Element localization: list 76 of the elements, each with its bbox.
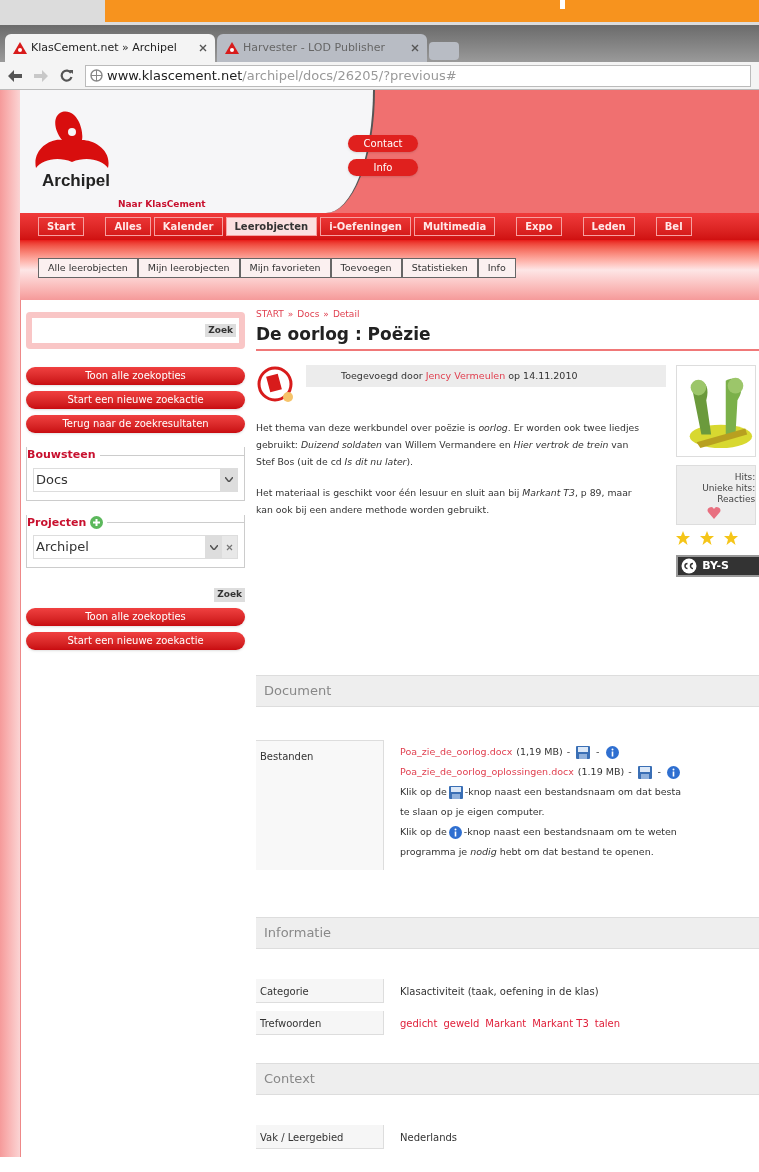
section-header: Context xyxy=(256,1063,759,1095)
logo-text: Archipel xyxy=(42,170,112,192)
author-link[interactable]: Jency Vermeulen xyxy=(425,370,506,381)
stat-label: Unieke hits: xyxy=(702,483,756,494)
hint-text: Klik op de xyxy=(400,825,447,839)
header-button[interactable]: Info xyxy=(348,159,418,176)
breadcrumb-separator: » xyxy=(287,308,294,321)
subnav-tab[interactable]: Toevoegen xyxy=(330,258,402,278)
section-header: Informatie xyxy=(256,917,759,949)
filter-label: Bouwsteen xyxy=(27,447,96,463)
hint-text: te slaan op je eigen computer. xyxy=(400,805,545,819)
section-header: Document xyxy=(256,675,759,707)
nav-tab[interactable]: i-Oefeningen xyxy=(320,217,411,236)
sidebar-button[interactable]: Terug naar de zoekresultaten xyxy=(26,415,245,433)
nav-tab[interactable]: Leerobjecten xyxy=(225,217,318,236)
search-button[interactable]: Zoek xyxy=(214,588,245,602)
field-label: Vak / Leergebied xyxy=(256,1125,384,1149)
search-button[interactable]: Zoek xyxy=(205,323,236,338)
breadcrumb-link[interactable]: START xyxy=(256,308,284,322)
nav-tab[interactable]: Expo xyxy=(516,217,562,236)
stat-label: Reacties xyxy=(717,494,756,505)
address-bar[interactable]: www.klascement.net/archipel/docs/26205/?previous# xyxy=(85,64,751,87)
field-label: Bestanden xyxy=(256,740,384,870)
separator-text: - xyxy=(628,765,632,779)
added-by-bar: Toegevoegd door Jency Vermeulen op 14.11.2010 xyxy=(306,365,667,387)
sidebar-button[interactable]: Toon alle zoekopties xyxy=(26,607,245,626)
header-button[interactable]: Contact xyxy=(348,135,418,152)
file-size: (1.19 MB) xyxy=(577,765,625,779)
nav-tab[interactable]: Alles xyxy=(105,217,151,236)
field-value: Nederlands xyxy=(400,1130,458,1145)
hint-text: -knop naast een bestandsnaam om te weten xyxy=(463,825,677,839)
file-link[interactable]: Poa_zie_de_oorlog.docx xyxy=(400,742,513,762)
separator-text: - xyxy=(596,745,600,759)
filter-select[interactable]: Archipel xyxy=(33,535,238,559)
separator-text: - xyxy=(566,745,571,759)
nav-tab[interactable]: Kalender xyxy=(153,217,223,236)
field-value: Klasactiviteit (taak, oefening in de klas) xyxy=(400,984,599,999)
browser-tab[interactable]: KlasCement.net » Archipel xyxy=(5,34,215,62)
subnav-tab[interactable]: Statistieken xyxy=(401,258,478,278)
filter-label: Projecten xyxy=(27,514,87,531)
nav-tab[interactable]: Leden xyxy=(582,217,635,236)
hint-text: programma je nodig hebt om dat bestand te openen. xyxy=(400,845,654,859)
page-title: De oorlog : Poëzie xyxy=(256,321,759,351)
hint-text: -knop naast een bestandsnaam om dat besta xyxy=(464,785,682,799)
keyword-link[interactable]: gedicht xyxy=(400,1015,438,1031)
file-link[interactable]: Poa_zie_de_oorlog_oplossingen.docx xyxy=(400,762,574,782)
breadcrumb-link[interactable]: Docs xyxy=(297,308,320,322)
breadcrumb-link[interactable]: Detail xyxy=(332,308,360,322)
description-paragraph: Het thema van deze werkbundel over poëzie is oorlog. Er worden ook twee liedjes gebruikt: Duizend soldaten van Willem Vermandere en Hier vertrok de trein van Stef Bos (uit de cd Is dit nu later). xyxy=(256,421,641,469)
field-label: Categorie xyxy=(256,979,384,1003)
search-field[interactable]: Zoek xyxy=(32,318,239,343)
keyword-link[interactable]: Markant T3 xyxy=(532,1015,589,1031)
file-size: (1,19 MB) xyxy=(516,745,563,759)
subnav-tab[interactable]: Alle leerobjecten xyxy=(38,258,138,278)
separator-text: - xyxy=(657,765,662,779)
breadcrumb-separator: » xyxy=(323,308,329,321)
subnav-tab[interactable]: Mijn leerobjecten xyxy=(137,258,240,278)
sidebar-button[interactable]: Toon alle zoekopties xyxy=(26,367,245,385)
license-badge[interactable]: BY-S xyxy=(676,555,759,577)
keyword-link[interactable]: geweld xyxy=(443,1015,480,1031)
sidebar-button[interactable]: Start een nieuwe zoekactie xyxy=(26,391,245,409)
nav-tab[interactable]: Start xyxy=(38,217,85,236)
nav-tab[interactable]: Multimedia xyxy=(413,217,496,236)
keyword-link[interactable]: talen xyxy=(594,1015,621,1031)
filter-select[interactable]: Docs xyxy=(33,467,238,492)
keyword-link[interactable]: Markant xyxy=(485,1015,527,1031)
field-label: Trefwoorden xyxy=(256,1011,384,1035)
hint-text: Klik op de xyxy=(400,785,447,799)
subnav-tab[interactable]: Info xyxy=(477,258,516,278)
nav-tab[interactable]: Bel xyxy=(655,217,692,236)
browser-tab[interactable]: Harvester - LOD Publisher xyxy=(217,34,427,62)
stat-label: Hits: xyxy=(734,472,756,483)
klascement-link[interactable]: Naar KlasCement xyxy=(118,197,206,211)
description-paragraph: Het materiaal is geschikt voor één lesuur en sluit aan bij Markant T3, p 89, maar kan ook bij een andere methode worden gebruikt. xyxy=(256,486,633,517)
sidebar-button[interactable]: Start een nieuwe zoekactie xyxy=(26,631,245,650)
subnav-tab[interactable]: Mijn favorieten xyxy=(239,258,331,278)
